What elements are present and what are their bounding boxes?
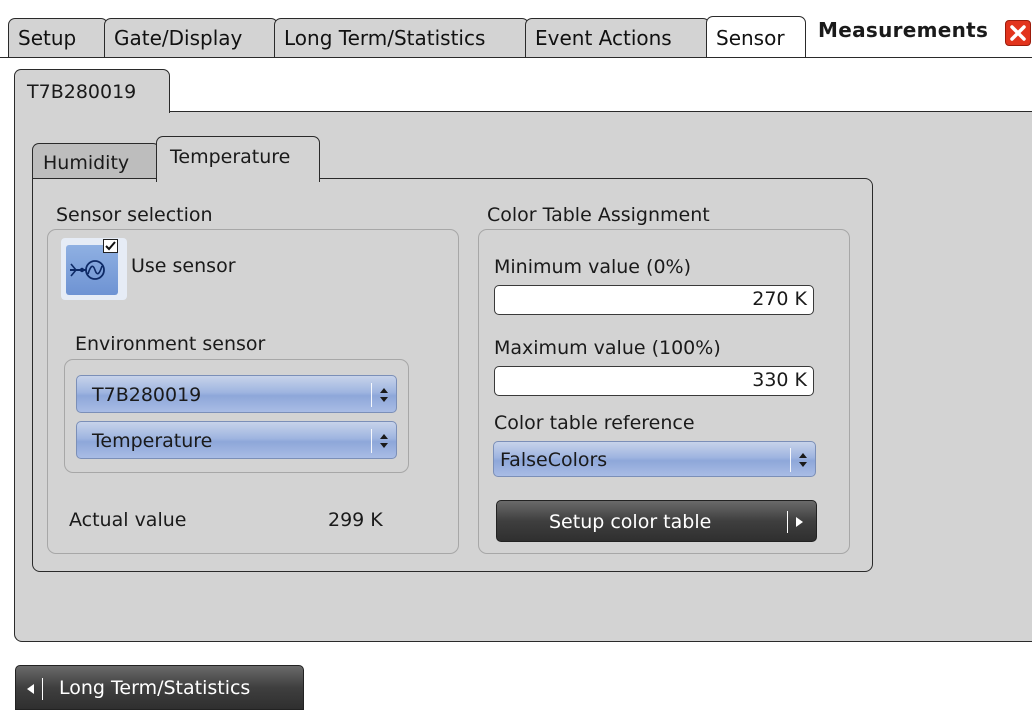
tab-event-actions-label: Event Actions: [535, 26, 672, 50]
tab-sensor[interactable]: Sensor: [706, 16, 806, 58]
updown-arrow-icon: [380, 434, 388, 448]
tab-gate-display[interactable]: Gate/Display: [104, 18, 278, 58]
sensor-selection-heading: Sensor selection: [56, 204, 213, 226]
use-sensor-toggle[interactable]: [61, 238, 127, 300]
top-content-frame: [0, 57, 1032, 58]
tab-sensor-device-label: T7B280019: [27, 81, 137, 103]
minimum-value-field[interactable]: 270 K: [494, 285, 814, 315]
updown-arrow-icon: [799, 453, 807, 467]
tab-humidity-label: Humidity: [43, 152, 130, 174]
back-long-term-statistics-label: Long Term/Statistics: [59, 677, 251, 699]
close-button[interactable]: [1005, 20, 1031, 46]
close-icon: [1010, 25, 1026, 41]
minimum-value-label: Minimum value (0%): [494, 256, 691, 278]
back-long-term-statistics-button[interactable]: Long Term/Statistics: [15, 665, 304, 710]
use-sensor-label: Use sensor: [131, 255, 236, 277]
setup-color-table-button[interactable]: Setup color table: [496, 500, 817, 542]
tab-long-term-statistics-label: Long Term/Statistics: [284, 26, 486, 50]
tab-setup-label: Setup: [18, 26, 77, 50]
dialog-title: Measurements: [818, 18, 989, 42]
tab-humidity[interactable]: Humidity: [32, 143, 160, 181]
maximum-value-label: Maximum value (100%): [494, 337, 721, 359]
tab-setup[interactable]: Setup: [8, 18, 108, 58]
actual-value-label: Actual value: [69, 509, 187, 531]
quantity-select[interactable]: Temperature: [76, 421, 397, 459]
environment-sensor-label: Environment sensor: [75, 333, 266, 355]
sensor-select-value: T7B280019: [92, 384, 202, 406]
chevron-right-icon: [796, 517, 803, 527]
chevron-left-icon: [27, 684, 34, 694]
use-sensor-checkbox[interactable]: [103, 239, 118, 253]
color-table-reference-value: FalseColors: [500, 449, 608, 471]
maximum-value-field[interactable]: 330 K: [494, 366, 814, 396]
tab-long-term-statistics[interactable]: Long Term/Statistics: [274, 18, 529, 58]
tab-temperature-label: Temperature: [170, 146, 291, 168]
color-table-heading: Color Table Assignment: [487, 204, 710, 226]
tab-event-actions[interactable]: Event Actions: [525, 18, 710, 58]
updown-arrow-icon: [380, 388, 388, 402]
setup-color-table-label: Setup color table: [549, 511, 712, 533]
quantity-select-value: Temperature: [92, 430, 213, 452]
tab-sensor-device[interactable]: T7B280019: [14, 69, 170, 113]
tab-gate-display-label: Gate/Display: [114, 26, 243, 50]
tab-sensor-label: Sensor: [716, 26, 785, 50]
color-table-reference-select[interactable]: FalseColors: [493, 441, 816, 477]
checkmark-icon: [105, 241, 116, 251]
color-table-reference-label: Color table reference: [494, 412, 695, 434]
actual-value: 299 K: [328, 509, 383, 531]
sensor-select[interactable]: T7B280019: [76, 375, 397, 413]
